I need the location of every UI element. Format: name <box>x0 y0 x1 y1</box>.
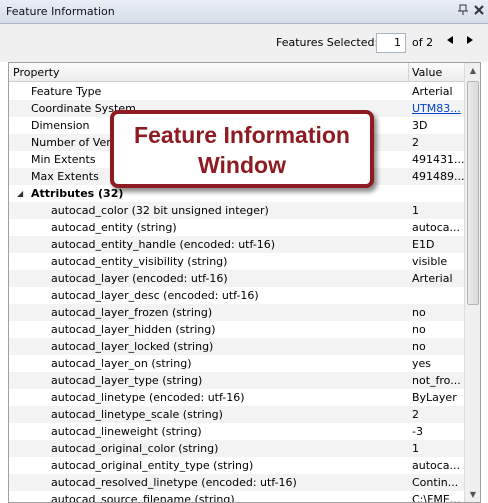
property-value: autoca... <box>412 459 461 472</box>
callout-annotation: Feature Information Window <box>110 110 374 188</box>
table-header: Property Value <box>9 63 464 82</box>
property-name: autocad_layer_type (string) <box>51 374 203 387</box>
table-row[interactable]: autocad_layer_type (string) not_fro... <box>9 372 464 389</box>
property-value: not_fro... <box>412 374 461 387</box>
property-name: autocad_layer (encoded: utf-16) <box>51 272 228 285</box>
prev-feature-button[interactable] <box>444 35 456 49</box>
property-value: no <box>412 306 426 319</box>
selection-toolbar: Features Selected: 1 of 2 <box>0 24 488 62</box>
vertical-scrollbar[interactable]: ▲ ▼ <box>464 63 480 502</box>
property-value: C:\FME... <box>412 493 461 503</box>
property-value: 2 <box>412 136 419 149</box>
property-value: autoca... <box>412 221 461 234</box>
property-value: ByLayer <box>412 391 457 404</box>
property-value: no <box>412 340 426 353</box>
table-row[interactable]: autocad_layer (encoded: utf-16) Arterial <box>9 270 464 287</box>
property-value: 491489.... <box>412 170 464 183</box>
window-titlebar: Feature Information <box>0 0 488 24</box>
table-row[interactable]: autocad_layer_hidden (string) no <box>9 321 464 338</box>
table-row[interactable]: autocad_linetype_scale (string) 2 <box>9 406 464 423</box>
scroll-down-arrow-icon[interactable]: ▼ <box>465 487 480 502</box>
next-feature-button[interactable] <box>464 35 476 49</box>
property-value: yes <box>412 357 432 370</box>
property-name: autocad_layer_locked (string) <box>51 340 214 353</box>
table-row[interactable]: autocad_lineweight (string) -3 <box>9 423 464 440</box>
table-row[interactable]: autocad_layer_locked (string) no <box>9 338 464 355</box>
table-row[interactable]: autocad_original_color (string) 1 <box>9 440 464 457</box>
property-name: autocad_source_filename (string) <box>51 493 235 503</box>
window-title: Feature Information <box>6 5 115 18</box>
property-name: Feature Type <box>31 85 102 98</box>
property-value: visible <box>412 255 448 268</box>
property-name: autocad_resolved_linetype (encoded: utf-… <box>51 476 297 489</box>
column-divider[interactable] <box>408 63 409 82</box>
collapse-triangle-icon[interactable]: ◢ <box>17 185 23 202</box>
property-value: -3 <box>412 425 423 438</box>
table-row[interactable]: autocad_layer_on (string) yes <box>9 355 464 372</box>
property-name: autocad_layer_frozen (string) <box>51 306 213 319</box>
table-row[interactable]: autocad_layer_desc (encoded: utf-16) <box>9 287 464 304</box>
property-name: autocad_linetype_scale (string) <box>51 408 223 421</box>
property-name: autocad_original_color (string) <box>51 442 219 455</box>
pin-icon[interactable] <box>456 4 470 18</box>
triangle-left-icon <box>447 36 453 44</box>
feature-total-label: of 2 <box>412 36 434 49</box>
property-name: autocad_entity (string) <box>51 221 177 234</box>
property-value-link[interactable]: UTM83... <box>412 100 464 117</box>
table-row[interactable]: autocad_layer_frozen (string) no <box>9 304 464 321</box>
property-name: autocad_layer_on (string) <box>51 357 192 370</box>
property-name: autocad_entity_visibility (string) <box>51 255 228 268</box>
features-selected-label: Features Selected: <box>276 36 379 49</box>
property-value: 1 <box>412 442 419 455</box>
close-icon[interactable] <box>472 4 486 18</box>
scrollbar-thumb[interactable] <box>467 81 479 305</box>
scroll-up-arrow-icon[interactable]: ▲ <box>465 63 480 79</box>
property-name: autocad_layer_hidden (string) <box>51 323 216 336</box>
table-row[interactable]: autocad_color (32 bit unsigned integer) 1 <box>9 202 464 219</box>
property-name: autocad_entity_handle (encoded: utf-16) <box>51 238 276 251</box>
table-row[interactable]: autocad_resolved_linetype (encoded: utf-… <box>9 474 464 491</box>
triangle-right-icon <box>467 36 473 44</box>
property-value: 491431.... <box>412 153 464 166</box>
property-name: autocad_layer_desc (encoded: utf-16) <box>51 289 259 302</box>
property-value: 1 <box>412 204 419 217</box>
table-row[interactable]: autocad_linetype (encoded: utf-16) ByLaye… <box>9 389 464 406</box>
property-name: autocad_lineweight (string) <box>51 425 202 438</box>
table-row[interactable]: Feature Type Arterial <box>9 83 464 100</box>
callout-line-2: Window <box>198 152 286 178</box>
table-row[interactable]: autocad_entity_handle (encoded: utf-16) E… <box>9 236 464 253</box>
column-header-property[interactable]: Property <box>13 66 60 79</box>
property-name: autocad_linetype (encoded: utf-16) <box>51 391 245 404</box>
property-value: 3D <box>412 119 428 132</box>
property-value: 2 <box>412 408 419 421</box>
table-row[interactable]: autocad_entity_visibility (string) visibl… <box>9 253 464 270</box>
table-row[interactable]: autocad_source_filename (string) C:\FME..… <box>9 491 464 503</box>
property-value: Arterial <box>412 272 453 285</box>
table-row[interactable]: autocad_original_entity_type (string) aut… <box>9 457 464 474</box>
property-value: Arterial <box>412 85 453 98</box>
property-value: no <box>412 323 426 336</box>
property-name: autocad_color (32 bit unsigned integer) <box>51 204 269 217</box>
current-feature-input[interactable]: 1 <box>376 33 406 53</box>
property-name: autocad_original_entity_type (string) <box>51 459 254 472</box>
property-value: E1D <box>412 238 435 251</box>
column-header-value[interactable]: Value <box>412 66 442 79</box>
property-value: Contin... <box>412 476 459 489</box>
callout-line-1: Feature Information <box>134 122 350 148</box>
table-row[interactable]: autocad_entity (string) autoca... <box>9 219 464 236</box>
